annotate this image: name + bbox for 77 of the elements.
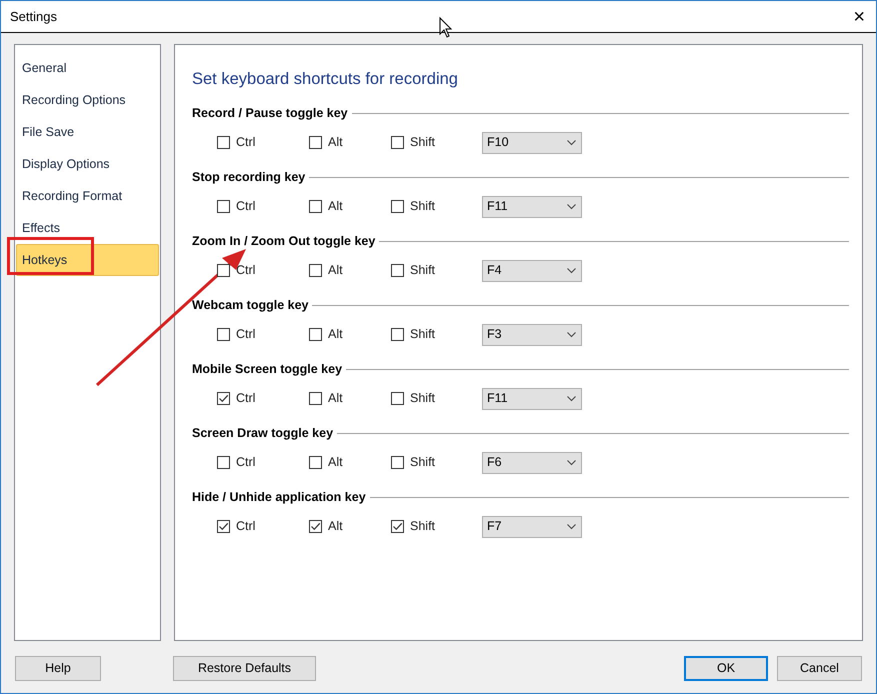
checkbox[interactable] — [217, 136, 230, 149]
checkbox[interactable] — [391, 520, 404, 533]
section-heading: Set keyboard shortcuts for recording — [192, 69, 459, 90]
checkbox[interactable] — [309, 136, 322, 149]
checkbox[interactable] — [391, 136, 404, 149]
chevron-down-icon — [567, 140, 576, 146]
checkbox[interactable] — [217, 264, 230, 277]
dialog-button[interactable]: Cancel — [777, 656, 862, 681]
checkbox[interactable] — [309, 456, 322, 469]
checkbox[interactable] — [391, 200, 404, 213]
sidebar-item[interactable]: General — [16, 52, 159, 84]
checkbox-label[interactable]: Alt — [328, 453, 343, 472]
sidebar-item[interactable]: Effects — [16, 212, 159, 244]
chevron-down-icon — [567, 268, 576, 274]
checkbox-label[interactable]: Shift — [410, 389, 436, 408]
sidebar-item[interactable]: Recording Options — [16, 84, 159, 116]
checkbox-label[interactable]: Shift — [410, 133, 436, 152]
chevron-down-icon — [567, 460, 576, 466]
checkbox-label[interactable]: Alt — [328, 197, 343, 216]
key-dropdown[interactable]: F3 — [482, 324, 582, 346]
group-title: Hide / Unhide application key — [192, 488, 366, 506]
checkbox[interactable] — [391, 328, 404, 341]
checkbox-label[interactable]: Shift — [410, 261, 436, 280]
checkbox[interactable] — [309, 392, 322, 405]
key-dropdown[interactable]: F6 — [482, 452, 582, 474]
chevron-down-icon — [567, 396, 576, 402]
checkbox[interactable] — [391, 392, 404, 405]
group-title: Stop recording key — [192, 168, 306, 186]
chevron-down-icon — [567, 204, 576, 210]
key-dropdown[interactable]: F11 — [482, 196, 582, 218]
key-dropdown[interactable]: F10 — [482, 132, 582, 154]
checkbox-label[interactable]: Alt — [328, 389, 343, 408]
key-dropdown[interactable]: F11 — [482, 388, 582, 410]
checkbox[interactable] — [391, 456, 404, 469]
checkbox-label[interactable]: Ctrl — [236, 517, 256, 536]
checkbox[interactable] — [309, 328, 322, 341]
checkbox-label[interactable]: Ctrl — [236, 325, 256, 344]
checkbox-label[interactable]: Ctrl — [236, 453, 256, 472]
group-title: Zoom In / Zoom Out toggle key — [192, 232, 376, 250]
key-dropdown[interactable]: F7 — [482, 516, 582, 538]
checkbox[interactable] — [217, 520, 230, 533]
dialog-button[interactable]: Help — [15, 656, 101, 681]
checkbox-label[interactable]: Ctrl — [236, 261, 256, 280]
checkbox-label[interactable]: Alt — [328, 517, 343, 536]
checkbox-label[interactable]: Shift — [410, 517, 436, 536]
key-dropdown[interactable]: F4 — [482, 260, 582, 282]
close-button[interactable]: × — [851, 6, 867, 26]
checkbox[interactable] — [217, 328, 230, 341]
checkbox-label[interactable]: Shift — [410, 453, 436, 472]
checkbox-label[interactable]: Shift — [410, 197, 436, 216]
chevron-down-icon — [567, 332, 576, 338]
group-title: Webcam toggle key — [192, 296, 308, 314]
dialog-button[interactable]: OK — [684, 656, 768, 681]
checkbox[interactable] — [309, 520, 322, 533]
checkbox-label[interactable]: Alt — [328, 325, 343, 344]
dialog-button[interactable]: Restore Defaults — [173, 656, 316, 681]
sidebar-item[interactable]: Hotkeys — [16, 244, 159, 276]
sidebar-item[interactable]: Display Options — [16, 148, 159, 180]
chevron-down-icon — [567, 524, 576, 530]
checkbox[interactable] — [217, 200, 230, 213]
group-title: Mobile Screen toggle key — [192, 360, 342, 378]
checkbox-label[interactable]: Shift — [410, 325, 436, 344]
checkbox[interactable] — [309, 200, 322, 213]
sidebar-item[interactable]: File Save — [16, 116, 159, 148]
group-title: Screen Draw toggle key — [192, 424, 334, 442]
checkbox-label[interactable]: Ctrl — [236, 133, 256, 152]
checkbox-label[interactable]: Alt — [328, 133, 343, 152]
checkbox[interactable] — [217, 456, 230, 469]
checkbox[interactable] — [309, 264, 322, 277]
sidebar-item[interactable]: Recording Format — [16, 180, 159, 212]
checkbox-label[interactable]: Alt — [328, 261, 343, 280]
window-title: Settings — [10, 8, 57, 26]
checkbox[interactable] — [217, 392, 230, 405]
checkbox-label[interactable]: Ctrl — [236, 197, 256, 216]
checkbox[interactable] — [391, 264, 404, 277]
group-title: Record / Pause toggle key — [192, 104, 348, 122]
checkbox-label[interactable]: Ctrl — [236, 389, 256, 408]
